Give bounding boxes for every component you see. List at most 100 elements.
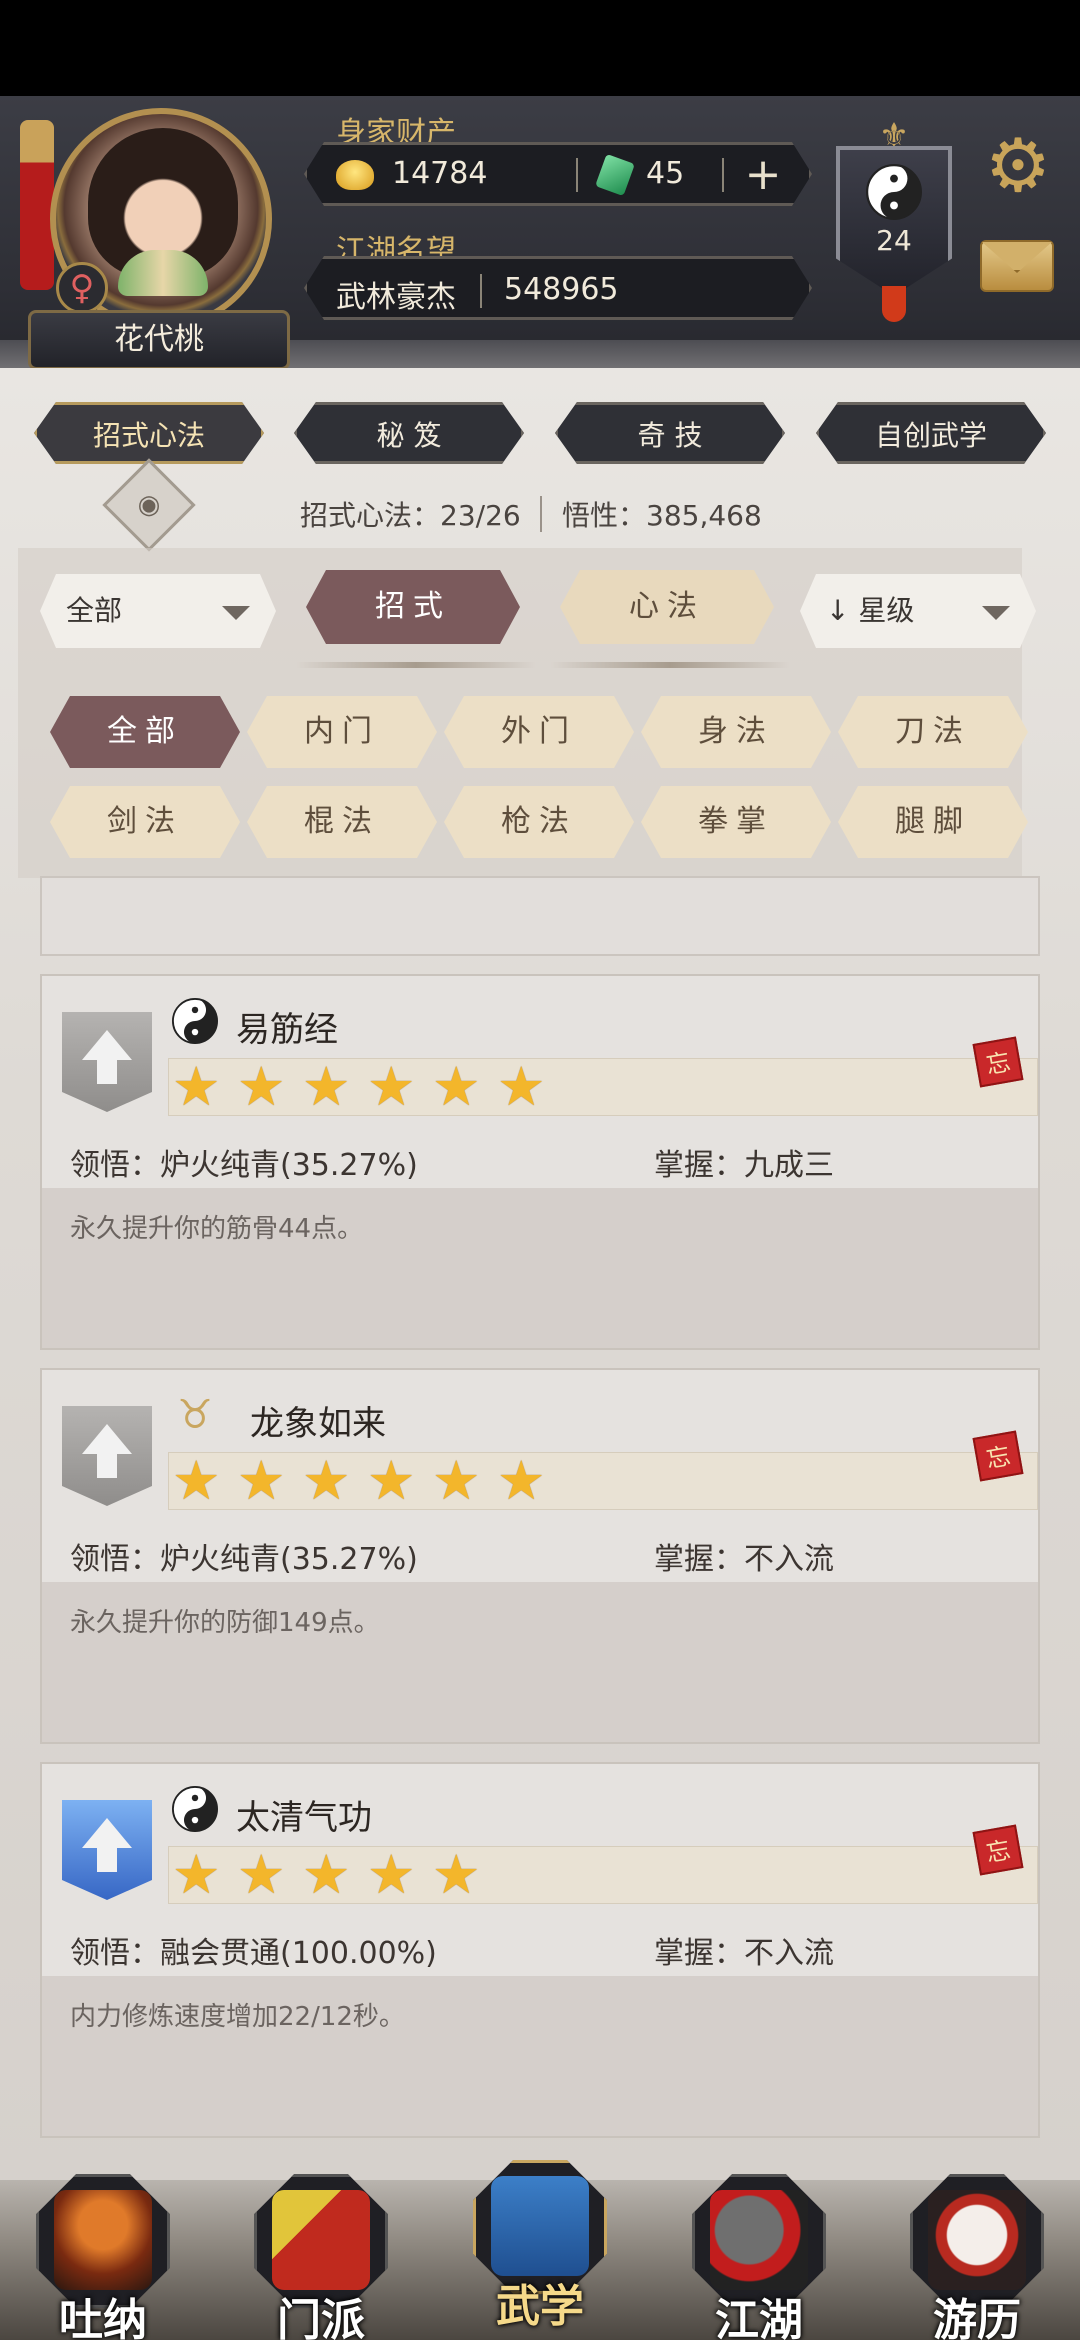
gold-ingot-icon (336, 160, 374, 190)
eye-icon: ◉ (137, 490, 161, 520)
divider (722, 158, 724, 192)
star-rating (168, 1452, 1038, 1510)
nav-jianghu[interactable]: 江湖 (684, 2150, 834, 2340)
insight-level: 领悟：炉火纯青(35.27%) (70, 1542, 418, 1577)
horse-icon (928, 2190, 1026, 2290)
tab-moves-mental[interactable]: 招式心法 (34, 402, 264, 464)
wealth-bar (304, 142, 812, 206)
nav-label: 吐纳 (59, 2295, 147, 2340)
category-dropdown[interactable]: 全部 (40, 574, 276, 648)
divider (540, 496, 542, 532)
yinyang-icon (172, 998, 218, 1044)
chip-sword[interactable]: 剑法 (50, 786, 240, 858)
arrow-up-icon (82, 1030, 132, 1060)
nav-label-active: 武学 (496, 2281, 584, 2332)
list-header-strip (40, 876, 1040, 956)
star-icon: ★ (302, 1449, 351, 1512)
chevron-down-icon (222, 606, 250, 620)
sort-arrow-icon: ↓ (826, 594, 850, 627)
star-rating (168, 1058, 1038, 1116)
star-icon: ★ (367, 1449, 416, 1512)
star-rating (168, 1846, 1038, 1904)
chip-legs[interactable]: 腿脚 (838, 786, 1028, 858)
yinyang-icon (172, 1786, 218, 1832)
arrow-up-icon (82, 1818, 132, 1848)
arrow-stem (97, 1058, 117, 1084)
star-icon: ★ (172, 1055, 221, 1118)
forget-button[interactable]: 忘 (972, 1036, 1024, 1088)
decorative-line (296, 662, 536, 668)
mastery-level: 掌握：九成三 (654, 1148, 834, 1183)
star-icon: ★ (172, 1843, 221, 1906)
bamboo-hat-icon (710, 2190, 808, 2290)
chip-spear[interactable]: 枪法 (444, 786, 634, 858)
forget-button[interactable]: 忘 (972, 1430, 1024, 1482)
chip-fist-palm[interactable]: 拳掌 (641, 786, 831, 858)
tassel-decoration (20, 120, 54, 290)
sort-dropdown-value: 星级 (858, 594, 915, 627)
star-icon: ★ (432, 1843, 481, 1906)
chip-movement[interactable]: 身法 (641, 696, 831, 768)
rank-upgrade-icon (62, 1800, 152, 1900)
add-currency-button[interactable]: + (738, 150, 788, 200)
monk-icon (54, 2190, 152, 2290)
book-icon (491, 2176, 589, 2276)
skill-card[interactable]: 太清气功 领悟：融会贯通(100.00%) 掌握：不入流 内力修炼速度增加22/… (40, 1762, 1040, 2138)
chip-staff[interactable]: 棍法 (247, 786, 437, 858)
skill-card[interactable]: ♉ 龙象如来 领悟：炉火纯青(35.27%) 掌握：不入流 永久提升你的防御14… (40, 1368, 1040, 1744)
jade-amount: 45 (646, 156, 685, 191)
decorative-line (550, 662, 790, 668)
gold-amount: 14784 (392, 156, 488, 191)
fame-value: 548965 (504, 272, 619, 307)
chip-saber[interactable]: 刀法 (838, 696, 1028, 768)
divider (480, 274, 482, 308)
nav-martial-arts[interactable]: 武学 (465, 2136, 615, 2332)
star-icon: ★ (367, 1843, 416, 1906)
nav-label: 游历 (933, 2295, 1021, 2340)
insight-level: 领悟：炉火纯青(35.27%) (70, 1148, 418, 1183)
star-icon: ★ (302, 1843, 351, 1906)
nav-sect[interactable]: 门派 (246, 2150, 396, 2340)
divider (576, 158, 578, 192)
tab-manuals[interactable]: 秘 笈 (294, 402, 524, 464)
status-bar (0, 0, 1080, 96)
star-icon: ★ (497, 1055, 546, 1118)
skill-description: 永久提升你的防御149点。 (70, 1608, 380, 1638)
segment-mental[interactable]: 心法 (560, 570, 774, 644)
star-icon: ★ (432, 1055, 481, 1118)
skill-description: 永久提升你的筋骨44点。 (70, 1214, 364, 1244)
fame-title: 武林豪杰 (336, 280, 456, 315)
category-dropdown-value: 全部 (66, 594, 123, 627)
star-icon: ★ (302, 1055, 351, 1118)
rank-upgrade-icon (62, 1012, 152, 1112)
chip-outer[interactable]: 外门 (444, 696, 634, 768)
sort-dropdown[interactable]: ↓ 星级 (800, 574, 1036, 648)
mastery-level: 掌握：不入流 (654, 1542, 834, 1577)
chip-all[interactable]: 全部 (50, 696, 240, 768)
tab-custom-martial[interactable]: 自创武学 (816, 402, 1046, 464)
skill-name: 易筋经 (236, 1010, 338, 1050)
arrow-up-icon (82, 1424, 132, 1454)
star-icon: ★ (237, 1843, 286, 1906)
star-icon: ★ (497, 1449, 546, 1512)
bull-skull-icon: ♉ (177, 1392, 213, 1438)
female-icon: ♀ (56, 262, 108, 314)
segment-moves[interactable]: 招式 (306, 570, 520, 644)
skill-name: 龙象如来 (250, 1404, 386, 1444)
level-number: 24 (876, 224, 912, 257)
insight-total: 悟性：385,468 (562, 499, 762, 532)
nav-breathing[interactable]: 吐纳 (28, 2150, 178, 2340)
nav-label: 江湖 (715, 2295, 803, 2340)
skill-card[interactable]: 易筋经 领悟：炉火纯青(35.27%) 掌握：九成三 永久提升你的筋骨44点。 … (40, 974, 1040, 1350)
nav-travel[interactable]: 游历 (902, 2150, 1052, 2340)
forget-button[interactable]: 忘 (972, 1824, 1024, 1876)
star-icon: ★ (172, 1449, 221, 1512)
mastery-level: 掌握：不入流 (654, 1936, 834, 1971)
mail-icon[interactable] (980, 240, 1054, 292)
chip-inner[interactable]: 内门 (247, 696, 437, 768)
tab-special-skills[interactable]: 奇 技 (555, 402, 785, 464)
star-icon: ★ (237, 1449, 286, 1512)
chevron-down-icon (982, 606, 1010, 620)
gear-icon[interactable]: ⚙ (978, 126, 1058, 206)
arrow-stem (97, 1846, 117, 1872)
